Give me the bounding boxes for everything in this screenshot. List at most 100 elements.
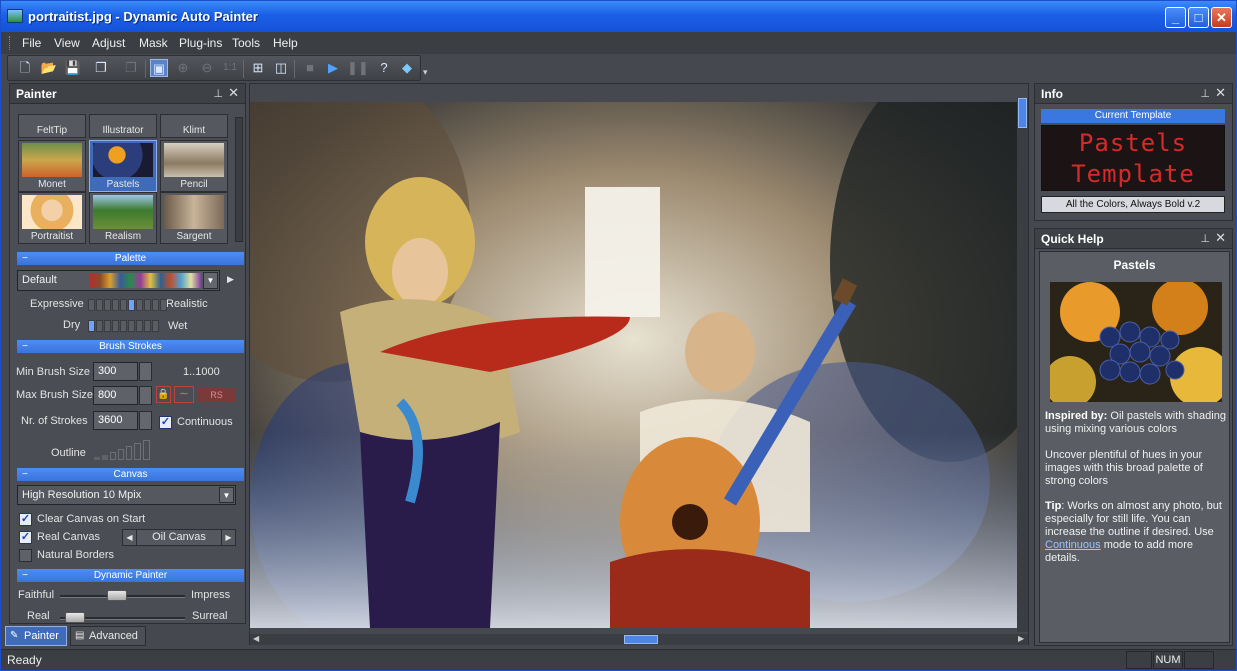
wave-icon[interactable]: ∼ [174, 386, 194, 403]
pin-icon[interactable]: ⊥ [1200, 232, 1210, 245]
dynamic-section-header[interactable]: − Dynamic Painter [17, 569, 244, 582]
toolbar-overflow-icon[interactable]: ▾ [423, 67, 428, 78]
collapse-icon[interactable]: − [20, 569, 30, 582]
canvas-type-selector[interactable]: ◀ Oil Canvas ▶ [122, 529, 236, 546]
batch-icon[interactable]: ❐ [92, 59, 110, 77]
play-icon[interactable]: ▶ [324, 59, 342, 77]
template-klimt[interactable]: Klimt [160, 114, 228, 138]
help-preview-image [1050, 282, 1222, 402]
layers-icon[interactable]: ◆ [398, 59, 416, 77]
continuous-checkbox[interactable]: ✓ [159, 416, 172, 429]
clear-canvas-checkbox[interactable]: ✓ [19, 513, 32, 526]
template-illustrator[interactable]: Illustrator [89, 114, 157, 138]
minimize-button[interactable]: _ [1165, 7, 1186, 28]
natural-borders-checkbox[interactable]: ✓ [19, 549, 32, 562]
real-slider-thumb[interactable] [65, 612, 86, 623]
rs-button[interactable]: RS [198, 388, 235, 402]
stop-icon[interactable]: ■ [301, 59, 319, 77]
status-cell-scroll [1184, 651, 1214, 669]
status-cell-caps [1126, 651, 1152, 669]
save-icon[interactable]: 💾 [64, 59, 82, 77]
help-icon[interactable]: ? [375, 59, 393, 77]
export-icon[interactable]: ❐ [122, 59, 140, 77]
menu-help[interactable]: Help [273, 36, 298, 50]
chevron-right-icon[interactable]: ▶ [221, 530, 235, 545]
outline-slider[interactable] [94, 438, 154, 460]
menu-mask[interactable]: Mask [139, 36, 168, 50]
vertical-scroll-thumb[interactable] [1018, 98, 1027, 128]
template-scrollbar[interactable] [235, 117, 243, 242]
maximize-button[interactable]: □ [1188, 7, 1209, 28]
template-felttip[interactable]: FeltTip [18, 114, 86, 138]
template-thumbnail [22, 195, 82, 229]
resolution-select[interactable]: High Resolution 10 Mpix ▼ [17, 485, 236, 505]
expressive-slider[interactable] [88, 299, 167, 311]
close-icon[interactable]: ✕ [1215, 230, 1226, 246]
open-icon[interactable]: 📂 [40, 59, 58, 77]
painting-preview[interactable] [250, 102, 1017, 628]
real-canvas-checkbox[interactable]: ✓ [19, 531, 32, 544]
chevron-left-icon[interactable]: ◀ [123, 530, 137, 545]
template-thumbnail [164, 143, 224, 177]
template-realism[interactable]: Realism [89, 192, 157, 244]
max-brush-input[interactable]: 800 [93, 386, 138, 405]
brush-section-header[interactable]: − Brush Strokes [17, 340, 244, 353]
photo-icon[interactable]: ▣ [150, 59, 168, 77]
tab-painter[interactable]: ✎ Painter [5, 626, 67, 646]
template-label: Illustrator [102, 125, 144, 136]
strokes-stepper[interactable] [139, 411, 152, 430]
dry-wet-slider[interactable] [88, 320, 159, 332]
strokes-input[interactable]: 3600 [93, 411, 138, 430]
min-brush-stepper[interactable] [139, 362, 152, 381]
scroll-left-icon[interactable]: ◀ [253, 634, 263, 643]
pin-icon[interactable]: ⊥ [1200, 87, 1210, 100]
menu-grip [9, 36, 12, 50]
chevron-down-icon[interactable]: ▼ [219, 487, 234, 503]
expressive-label: Expressive [30, 298, 84, 310]
min-brush-input[interactable]: 300 [93, 362, 138, 381]
palette-section-header[interactable]: − Palette [17, 252, 244, 265]
menu-adjust[interactable]: Adjust [92, 36, 125, 50]
fit-icon[interactable]: ⊞ [249, 59, 267, 77]
new-icon[interactable]: 🗋 [16, 59, 34, 77]
zoom-out-icon[interactable]: ⊖ [198, 59, 216, 77]
chevron-down-icon[interactable]: ▼ [203, 272, 218, 289]
menu-plugins[interactable]: Plug-ins [179, 36, 222, 50]
pause-icon[interactable]: ❚❚ [347, 59, 369, 77]
template-pencil[interactable]: Pencil [160, 140, 228, 192]
collapse-icon[interactable]: − [20, 340, 30, 353]
menu-tools[interactable]: Tools [232, 36, 260, 50]
horizontal-scroll-thumb[interactable] [624, 635, 658, 644]
canvas-section-header[interactable]: − Canvas [17, 468, 244, 481]
template-name-button[interactable]: All the Colors, Always Bold v.2 [1041, 196, 1225, 213]
pin-icon[interactable]: ⊥ [213, 87, 223, 100]
template-sargent[interactable]: Sargent [160, 192, 228, 244]
toolbar-separator [243, 60, 244, 78]
template-portraitist[interactable]: Portraitist [18, 192, 86, 244]
close-button[interactable]: ✕ [1211, 7, 1232, 28]
collapse-icon[interactable]: − [20, 252, 30, 265]
info-panel: Info ⊥ ✕ Current Template Pastels Templa… [1034, 83, 1233, 221]
zoom-actual-icon[interactable]: 1:1 [221, 59, 239, 77]
continuous-link[interactable]: Continuous [1045, 539, 1101, 551]
collapse-icon[interactable]: − [20, 468, 30, 481]
zoom-in-icon[interactable]: ⊕ [174, 59, 192, 77]
template-pastels[interactable]: Pastels [89, 140, 157, 192]
menu-file[interactable]: File [22, 36, 41, 50]
canvas-vertical-scrollbar[interactable] [1017, 98, 1028, 632]
palette-more-icon[interactable]: ▶ [227, 274, 234, 285]
faithful-slider-thumb[interactable] [107, 590, 128, 601]
max-brush-stepper[interactable] [139, 386, 152, 405]
palette-select[interactable]: Default ▼ [17, 270, 220, 291]
template-monet[interactable]: Monet [18, 140, 86, 192]
compare-icon[interactable]: ◫ [272, 59, 290, 77]
canvas-horizontal-scrollbar[interactable]: ◀ ▶ [250, 634, 1028, 645]
palette-swatch [90, 273, 201, 288]
close-icon[interactable]: ✕ [228, 85, 239, 101]
close-icon[interactable]: ✕ [1215, 85, 1226, 101]
tab-advanced[interactable]: ▤ Advanced [70, 626, 146, 646]
scroll-right-icon[interactable]: ▶ [1018, 634, 1028, 643]
menu-view[interactable]: View [54, 36, 80, 50]
template-label: Realism [104, 231, 142, 242]
lock-icon[interactable]: 🔒 [156, 386, 171, 403]
